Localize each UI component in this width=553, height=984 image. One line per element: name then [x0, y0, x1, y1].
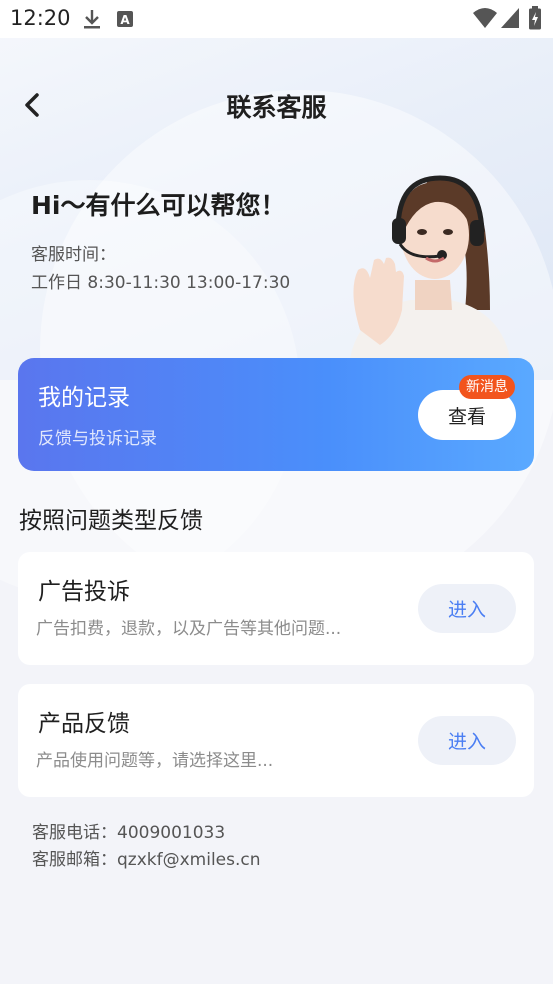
new-message-badge: 新消息: [459, 375, 515, 399]
wifi-icon: [472, 7, 498, 33]
customer-service-agent-illustration: [340, 160, 520, 358]
status-time: 12:20: [10, 6, 71, 30]
service-phone: 客服电话：4009001033: [32, 823, 226, 843]
product-feedback-enter-button[interactable]: 进入: [418, 716, 516, 765]
greeting-text: Hi～有什么可以帮您！: [31, 191, 286, 220]
a-icon: A: [116, 10, 134, 32]
service-email: 客服邮箱：qzxkf@xmiles.cn: [32, 850, 261, 870]
my-records-card[interactable]: 我的记录 反馈与投诉记录 查看 新消息: [18, 358, 534, 471]
section-title: 按照问题类型反馈: [19, 508, 203, 534]
records-subtitle: 反馈与投诉记录: [38, 429, 157, 449]
status-bar: 12:20 A: [0, 0, 553, 38]
records-title: 我的记录: [38, 385, 130, 411]
product-feedback-title: 产品反馈: [38, 711, 130, 737]
ad-complaint-desc: 广告扣费，退款，以及广告等其他问题...: [36, 619, 342, 639]
ad-complaint-title: 广告投诉: [38, 579, 130, 605]
ad-complaint-enter-button[interactable]: 进入: [418, 584, 516, 633]
svg-text:A: A: [120, 13, 130, 27]
product-feedback-card[interactable]: 产品反馈 产品使用问题等，请选择这里... 进入: [18, 684, 534, 797]
signal-icon: [500, 7, 520, 33]
page-title: 联系客服: [226, 93, 327, 122]
product-feedback-desc: 产品使用问题等，请选择这里...: [36, 751, 274, 771]
battery-icon: [528, 6, 542, 34]
ad-complaint-card[interactable]: 广告投诉 广告扣费，退款，以及广告等其他问题... 进入: [18, 552, 534, 665]
download-icon: [82, 8, 102, 34]
service-time-label: 客服时间：: [31, 245, 116, 265]
service-hours: 工作日 8:30-11:30 13:00-17:30: [31, 273, 291, 293]
title-bar: 联系客服: [0, 78, 553, 130]
